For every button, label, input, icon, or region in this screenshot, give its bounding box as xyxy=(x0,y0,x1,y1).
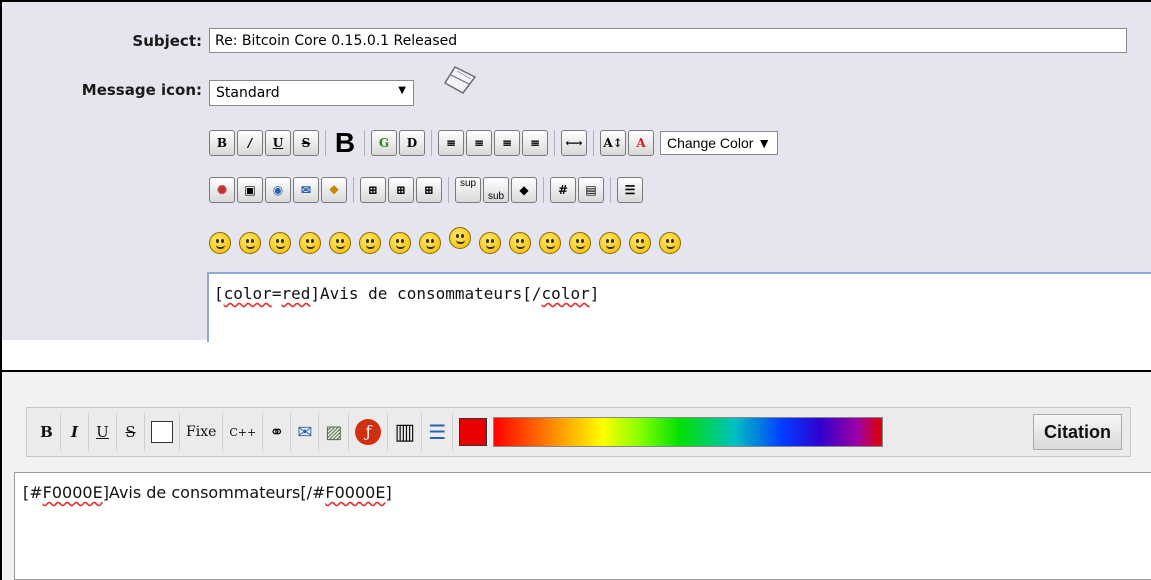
strikethrough-button[interactable]: S xyxy=(117,413,145,451)
email-icon[interactable]: ✉ xyxy=(293,177,319,203)
dropdown-arrow-icon: ▼ xyxy=(398,85,406,96)
align-left-icon[interactable]: ≡ xyxy=(438,130,464,156)
underline-button[interactable]: U xyxy=(265,130,291,156)
link-icon[interactable]: ⚭ xyxy=(263,413,292,451)
video-icon[interactable]: ▥ xyxy=(388,413,423,451)
bbcode-text: red xyxy=(281,284,311,303)
toolbar-separator xyxy=(325,130,326,156)
cry-smiley-icon[interactable] xyxy=(659,232,681,254)
toolbar-separator xyxy=(353,177,354,203)
undecided-smiley-icon[interactable] xyxy=(599,232,621,254)
table-row-icon[interactable]: ⊞ xyxy=(388,177,414,203)
sad-smiley-icon[interactable] xyxy=(359,232,381,254)
cool-smiley-icon[interactable] xyxy=(419,232,441,254)
code-button[interactable]: # xyxy=(550,177,576,203)
format-toolbar-row2: ✺ ▣ ◉ ✉ ❖ ⊞ ⊞ ⊞ sup sub ◆ # ▤ ☰ xyxy=(209,177,645,203)
teletype-icon[interactable]: ◆ xyxy=(511,177,537,203)
message-textarea[interactable]: [color=red]Avis de consommateurs[/color] xyxy=(207,272,1151,342)
toolbar-separator xyxy=(610,177,611,203)
divider-line xyxy=(0,340,2,370)
embarrassed-smiley-icon[interactable] xyxy=(539,232,561,254)
underline-button[interactable]: U xyxy=(89,413,117,451)
bbcode-text: ]Avis de consommateurs[/# xyxy=(102,483,326,502)
image-icon[interactable]: ▣ xyxy=(237,177,263,203)
italic-button[interactable]: I xyxy=(61,413,89,451)
link-icon[interactable]: ◉ xyxy=(265,177,291,203)
table-column-icon[interactable]: ⊞ xyxy=(416,177,442,203)
email-icon[interactable]: ✉ xyxy=(291,413,320,451)
subscript-button[interactable]: sub xyxy=(483,177,509,203)
flash-icon[interactable]: ƒ xyxy=(349,413,389,451)
rolleyes-smiley-icon[interactable] xyxy=(479,232,501,254)
editor-toolbar: B I U S Fixe C++ ⚭ ✉ ▨ ƒ ▥ ☰ Citation xyxy=(26,407,1131,457)
bbcode-text: ] xyxy=(589,284,600,303)
bitcoin-icon[interactable]: B xyxy=(332,127,358,158)
list-icon[interactable]: ☰ xyxy=(422,413,454,451)
message-icon-select[interactable]: Standard ▼ xyxy=(209,80,414,106)
bbcode-text: [ xyxy=(214,284,224,303)
subject-input[interactable] xyxy=(209,28,1127,53)
flash-icon[interactable]: ✺ xyxy=(209,177,235,203)
toolbar-separator xyxy=(593,130,594,156)
tongue-smiley-icon[interactable] xyxy=(509,232,531,254)
fixed-width-button[interactable]: Fixe xyxy=(180,413,224,451)
bold-button[interactable]: B xyxy=(209,130,235,156)
smiley-icon[interactable] xyxy=(209,232,231,254)
align-right-icon[interactable]: ≡ xyxy=(522,130,548,156)
table-icon[interactable]: ⊞ xyxy=(360,177,386,203)
bbcode-text: ] xyxy=(385,483,392,502)
bbcode-text: color xyxy=(541,284,590,303)
toolbar-separator xyxy=(448,177,449,203)
italic-button[interactable]: / xyxy=(237,130,263,156)
bbcode-text: [# xyxy=(23,483,43,502)
glow-button[interactable]: G xyxy=(371,130,397,156)
bbcode-text: color xyxy=(223,284,272,303)
smileys-row xyxy=(209,227,689,254)
lipsrsealed-smiley-icon[interactable] xyxy=(569,232,591,254)
box-icon[interactable] xyxy=(145,413,180,451)
second-editor-panel: B I U S Fixe C++ ⚭ ✉ ▨ ƒ ▥ ☰ Citation [#… xyxy=(0,372,1151,580)
message-textarea[interactable]: [#F0000E]Avis de consommateurs[/#F0000E] xyxy=(14,472,1151,580)
wink-smiley-icon[interactable] xyxy=(239,232,261,254)
quote-icon[interactable]: ▤ xyxy=(578,177,604,203)
color-spectrum-picker[interactable] xyxy=(493,417,884,447)
horizontal-rule-icon[interactable]: ⟷ xyxy=(561,130,587,156)
font-color-icon[interactable]: A xyxy=(628,130,654,156)
bbcode-text: ]Avis de consommateurs[/ xyxy=(310,284,542,303)
toolbar-separator xyxy=(543,177,544,203)
bbcode-text: F0000E xyxy=(42,483,103,502)
font-size-icon[interactable]: A↕ xyxy=(600,130,626,156)
list-icon[interactable]: ☰ xyxy=(617,177,643,203)
shocked-smiley-icon[interactable] xyxy=(389,232,411,254)
message-icon-preview-icon xyxy=(443,66,477,94)
bbcode-text: = xyxy=(271,284,282,303)
shadow-button[interactable]: D xyxy=(399,130,425,156)
message-icon-label: Message icon: xyxy=(81,81,202,99)
toolbar-separator xyxy=(364,130,365,156)
subject-label: Subject: xyxy=(132,32,202,50)
superscript-button[interactable]: sup xyxy=(455,177,481,203)
change-color-select[interactable]: Change Color ▼ xyxy=(660,131,779,155)
citation-button[interactable]: Citation xyxy=(1033,414,1122,450)
huh-smiley-icon[interactable] xyxy=(449,227,471,249)
color-swatch[interactable] xyxy=(459,418,488,446)
ftp-icon[interactable]: ❖ xyxy=(321,177,347,203)
align-center-icon[interactable]: ≡ xyxy=(494,130,520,156)
post-form-panel: Subject: Message icon: Standard ▼ B / U … xyxy=(0,0,1151,342)
bbcode-text: F0000E xyxy=(325,483,386,502)
angry-smiley-icon[interactable] xyxy=(329,232,351,254)
kiss-smiley-icon[interactable] xyxy=(629,232,651,254)
code-cpp-button[interactable]: C++ xyxy=(223,413,264,451)
format-toolbar-row1: B / U S B G D ≡ ≡ ≡ ≡ ⟷ A↕ A Change Colo… xyxy=(209,127,779,158)
toolbar-separator xyxy=(431,130,432,156)
toolbar-separator xyxy=(554,130,555,156)
image-icon[interactable]: ▨ xyxy=(319,413,350,451)
align-justify-icon[interactable]: ≡ xyxy=(466,130,492,156)
bold-button[interactable]: B xyxy=(33,413,61,451)
message-icon-value: Standard xyxy=(216,85,280,101)
cheesy-smiley-icon[interactable] xyxy=(269,232,291,254)
strikethrough-button[interactable]: S xyxy=(293,130,319,156)
grin-smiley-icon[interactable] xyxy=(299,232,321,254)
